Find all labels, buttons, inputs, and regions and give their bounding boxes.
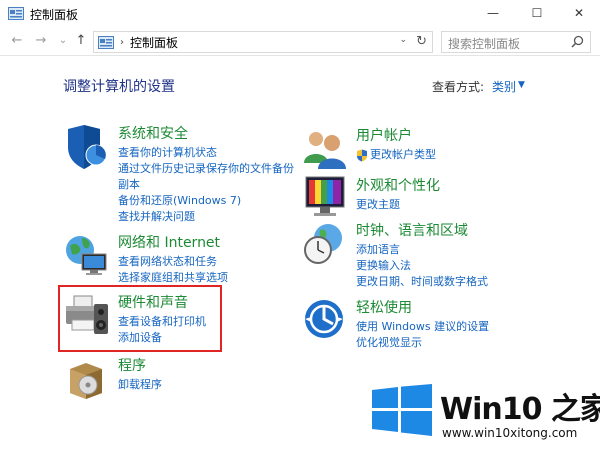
watermark: Win10 之家 www.win10xitong.com: [368, 384, 600, 448]
appearance-monitor-icon[interactable]: [302, 175, 348, 223]
backup-restore-link[interactable]: 备份和还原(Windows 7): [118, 193, 294, 209]
clock-language-title[interactable]: 时钟、语言和区域: [356, 220, 468, 240]
watermark-brand-suffix: 之家: [550, 392, 600, 427]
navigation-bar: ← → ⌄ ↑ › 控制面板 ⌄ ↻ 搜索控制面板: [0, 28, 600, 56]
optimize-visual-display-link[interactable]: 优化视觉显示: [356, 335, 489, 351]
windows-logo-icon: [372, 384, 432, 436]
search-input[interactable]: 搜索控制面板: [448, 35, 520, 52]
file-history-backup-link-cont[interactable]: 副本: [118, 177, 294, 193]
view-computer-status-link[interactable]: 查看你的计算机状态: [118, 145, 294, 161]
highlight-box: [58, 285, 222, 352]
refresh-icon[interactable]: ↻: [416, 34, 427, 49]
forward-arrow-icon[interactable]: →: [34, 34, 48, 48]
change-date-time-format-link[interactable]: 更改日期、时间或数字格式: [356, 274, 488, 290]
programs-title[interactable]: 程序: [118, 355, 146, 375]
view-by-dropdown[interactable]: 类别: [492, 78, 516, 95]
window-title: 控制面板: [30, 8, 79, 22]
file-history-backup-link[interactable]: 通过文件历史记录保存你的文件备份: [118, 161, 294, 177]
view-by-arrow-icon[interactable]: ▼: [518, 80, 525, 90]
recommended-settings-link[interactable]: 使用 Windows 建议的设置: [356, 319, 489, 335]
ease-of-access-title[interactable]: 轻松使用: [356, 297, 412, 317]
change-account-type-link[interactable]: 更改帐户类型: [356, 147, 436, 163]
watermark-brand-name: Win10: [440, 392, 542, 427]
change-theme-link[interactable]: 更改主题: [356, 197, 400, 213]
up-arrow-icon[interactable]: ↑: [74, 34, 88, 48]
search-icon[interactable]: [571, 35, 584, 48]
recent-locations-icon[interactable]: ⌄: [56, 34, 70, 48]
watermark-brand: Win10 之家: [440, 384, 600, 428]
search-box[interactable]: 搜索控制面板: [441, 31, 591, 53]
homegroup-sharing-link[interactable]: 选择家庭组和共享选项: [118, 270, 228, 286]
watermark-url: www.win10xitong.com: [442, 426, 578, 440]
clock-globe-icon[interactable]: [302, 220, 348, 268]
system-security-title[interactable]: 系统和安全: [118, 123, 188, 143]
programs-box-icon[interactable]: [64, 355, 110, 403]
minimize-button[interactable]: —: [472, 0, 514, 26]
add-language-link[interactable]: 添加语言: [356, 242, 488, 258]
maximize-button[interactable]: ☐: [516, 0, 558, 26]
shield-icon[interactable]: [64, 123, 110, 171]
breadcrumb-separator: ›: [120, 36, 124, 48]
control-panel-icon: [98, 35, 114, 49]
appearance-title[interactable]: 外观和个性化: [356, 175, 440, 195]
title-bar: 控制面板 — ☐ ✕: [0, 0, 600, 28]
page-title: 调整计算机的设置: [63, 79, 175, 95]
troubleshoot-link[interactable]: 查找并解决问题: [118, 209, 294, 225]
network-globe-icon[interactable]: [64, 232, 110, 280]
address-dropdown-icon[interactable]: ⌄: [399, 35, 407, 45]
close-button[interactable]: ✕: [558, 0, 600, 26]
uac-shield-icon: [357, 149, 367, 161]
ease-of-access-icon[interactable]: [302, 297, 348, 345]
network-internet-title[interactable]: 网络和 Internet: [118, 232, 220, 252]
address-bar[interactable]: › 控制面板 ⌄ ↻: [93, 31, 433, 53]
view-by-label: 查看方式:: [432, 80, 485, 94]
user-accounts-title[interactable]: 用户帐户: [356, 125, 412, 145]
user-accounts-icon[interactable]: [302, 125, 348, 173]
network-status-link[interactable]: 查看网络状态和任务: [118, 254, 228, 270]
change-account-type-label: 更改帐户类型: [370, 148, 436, 161]
change-input-method-link[interactable]: 更换输入法: [356, 258, 488, 274]
back-arrow-icon[interactable]: ←: [10, 34, 24, 48]
control-panel-icon: [8, 7, 24, 20]
breadcrumb-control-panel[interactable]: 控制面板: [130, 34, 178, 51]
uninstall-program-link[interactable]: 卸载程序: [118, 377, 162, 393]
